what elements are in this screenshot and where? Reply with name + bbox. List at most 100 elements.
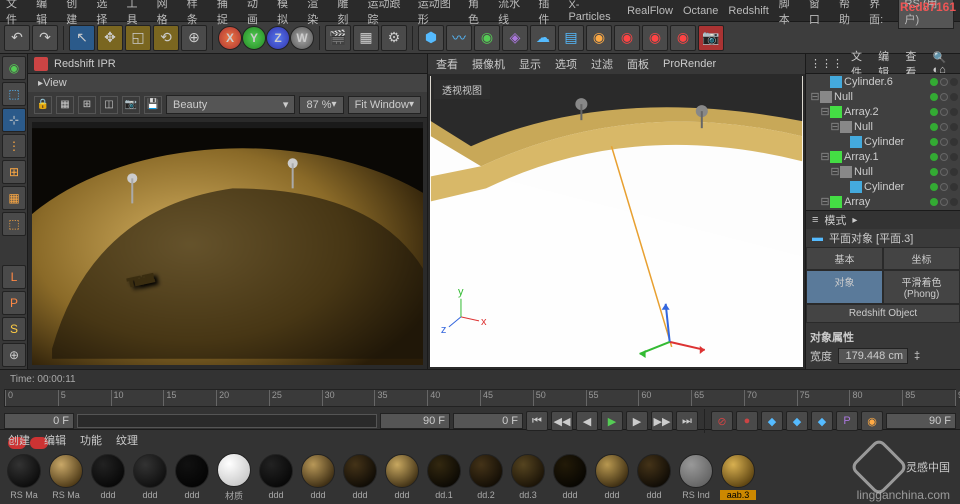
material-item[interactable]: ddd [132, 454, 168, 500]
vp-menu-ProRender[interactable]: ProRender [663, 58, 716, 70]
attr-tab-0[interactable]: 基本 [806, 247, 883, 270]
width-field[interactable]: 179.448 cm [838, 348, 908, 364]
material-item[interactable]: ddd [300, 454, 336, 500]
obj-row[interactable]: ⊟Array.2 [806, 104, 960, 119]
ipr-view-label[interactable]: ▸ View [28, 74, 427, 92]
material-item[interactable]: ddd [174, 454, 210, 500]
snap-o[interactable]: ⊕ [2, 343, 26, 367]
attr-tab-1[interactable]: 坐标 [883, 247, 960, 270]
material-item[interactable]: ddd [636, 454, 672, 500]
goto-start[interactable]: ⏮ [526, 411, 548, 431]
generator-tool[interactable]: ◉ [474, 25, 500, 51]
light3-tool[interactable]: ◉ [642, 25, 668, 51]
material-item[interactable]: ddd [552, 454, 588, 500]
record-button[interactable]: ⊘ [711, 411, 733, 431]
obj-search-icon[interactable]: 🔍◐⌂ [933, 51, 957, 76]
menu-模拟[interactable]: 模拟 [277, 0, 297, 27]
material-item[interactable]: RS Ma [48, 454, 84, 500]
material-item[interactable]: ddd [594, 454, 630, 500]
menu-雕刻[interactable]: 雕刻 [337, 0, 357, 27]
obj-row[interactable]: Cylinder [806, 179, 960, 194]
material-item[interactable]: dd.3 [510, 454, 546, 500]
menu-脚本[interactable]: 脚本 [779, 0, 799, 27]
play-button[interactable]: ▶ [601, 411, 623, 431]
menu-运动图形[interactable]: 运动图形 [418, 0, 458, 27]
key-param[interactable]: P [836, 411, 858, 431]
timeline-ruler[interactable]: 051015202530354045505560657075808590 [4, 389, 956, 407]
vp-menu-摄像机[interactable]: 摄像机 [472, 56, 505, 72]
material-strip[interactable]: RS MaRS Maddddddddd材质dddddddddddddd.1dd.… [0, 450, 960, 504]
tl-end2[interactable]: 90 F [886, 413, 956, 429]
axis-y-button[interactable]: Y [242, 26, 266, 50]
obj-menu-icon[interactable]: ⋮⋮⋮ [810, 57, 843, 70]
menu-编辑[interactable]: 编辑 [36, 0, 56, 27]
material-item[interactable]: RS Ind [678, 454, 714, 500]
lasso-tool[interactable]: ⊕ [181, 25, 207, 51]
viewport-canvas[interactable]: 透视视图 x y z [430, 76, 803, 367]
light2-tool[interactable]: ◉ [614, 25, 640, 51]
menu-帮助[interactable]: 帮助 [839, 0, 859, 27]
obj-row[interactable]: ⊟Null [806, 164, 960, 179]
snap-p[interactable]: P [2, 291, 26, 315]
obj-row[interactable]: ⊟Array.1 [806, 149, 960, 164]
mat-menu-纹理[interactable]: 纹理 [116, 432, 138, 448]
axis-w-button[interactable]: W [290, 26, 314, 50]
ipr-fit-select[interactable]: Fit Window ▾ [348, 96, 421, 114]
key-pla[interactable]: ◉ [861, 411, 883, 431]
render-settings-button[interactable]: ⚙ [381, 25, 407, 51]
material-item[interactable]: aab.3 [720, 454, 756, 500]
attr-mode[interactable]: 模式 [824, 212, 846, 228]
select-tool[interactable]: ↖ [69, 25, 95, 51]
ipr-percent[interactable]: 87 % ▾ [299, 96, 343, 114]
menu-网格[interactable]: 网格 [157, 0, 177, 27]
ipr-region[interactable]: ◫ [100, 96, 118, 114]
edge-mode[interactable]: ⊞ [2, 160, 26, 184]
material-item[interactable]: ddd [258, 454, 294, 500]
light4-tool[interactable]: ◉ [670, 25, 696, 51]
point-mode[interactable]: ⋮ [2, 134, 26, 158]
menu-选择[interactable]: 选择 [96, 0, 116, 27]
rs-camera-tool[interactable]: 📷 [698, 25, 724, 51]
material-item[interactable]: 材质 [216, 453, 252, 502]
obj-row[interactable]: ⊟Null [806, 89, 960, 104]
width-stepper[interactable]: ‡ [914, 350, 920, 362]
menu-捕捉[interactable]: 捕捉 [217, 0, 237, 27]
object-mode[interactable]: ⬚ [2, 82, 26, 106]
obj-row[interactable]: ⊟Array [806, 194, 960, 209]
obj-row[interactable]: ⊟Null [806, 119, 960, 134]
menu-Redshift[interactable]: Redshift [728, 5, 768, 17]
menu-动画[interactable]: 动画 [247, 0, 267, 27]
prev-key[interactable]: ◀◀ [551, 411, 573, 431]
axis-z-button[interactable]: Z [266, 26, 290, 50]
ipr-render-view[interactable]: TIME [32, 122, 423, 365]
next-key[interactable]: ▶▶ [651, 411, 673, 431]
camera-tool[interactable]: ▤ [558, 25, 584, 51]
material-item[interactable]: ddd [90, 454, 126, 500]
menu-插件[interactable]: 插件 [538, 0, 558, 27]
mat-menu-创建[interactable]: 创建 [8, 432, 30, 448]
axis-x-button[interactable]: X [218, 26, 242, 50]
redo-button[interactable]: ↷ [32, 25, 58, 51]
mat-menu-编辑[interactable]: 编辑 [44, 432, 66, 448]
obj-row[interactable]: Cylinder [806, 134, 960, 149]
menu-角色[interactable]: 角色 [468, 0, 488, 27]
scale-tool[interactable]: ◱ [125, 25, 151, 51]
environment-tool[interactable]: ☁ [530, 25, 556, 51]
tl-range-slider[interactable] [77, 414, 377, 428]
key-rot[interactable]: ◆ [811, 411, 833, 431]
ipr-bucket[interactable]: ▦ [56, 96, 74, 114]
ipr-lock[interactable]: 🔒 [34, 96, 52, 114]
model-mode[interactable]: ◉ [2, 56, 26, 80]
undo-button[interactable]: ↶ [4, 25, 30, 51]
menu-渲染[interactable]: 渲染 [307, 0, 327, 27]
attr-tab-3[interactable]: 平滑着色(Phong) [883, 270, 960, 304]
vp-menu-面板[interactable]: 面板 [627, 56, 649, 72]
object-tree[interactable]: Cylinder.6⊟Null⊟Array.2⊟NullCylinder⊟Arr… [806, 74, 960, 210]
spline-tool[interactable]: 〰 [446, 25, 472, 51]
obj-row[interactable]: Cylinder.6 [806, 74, 960, 89]
menu-运动跟踪[interactable]: 运动跟踪 [368, 0, 408, 27]
menu-X-Particles[interactable]: X-Particles [568, 0, 617, 23]
move-tool[interactable]: ✥ [97, 25, 123, 51]
snap-s[interactable]: S [2, 317, 26, 341]
material-item[interactable]: ddd [342, 454, 378, 500]
